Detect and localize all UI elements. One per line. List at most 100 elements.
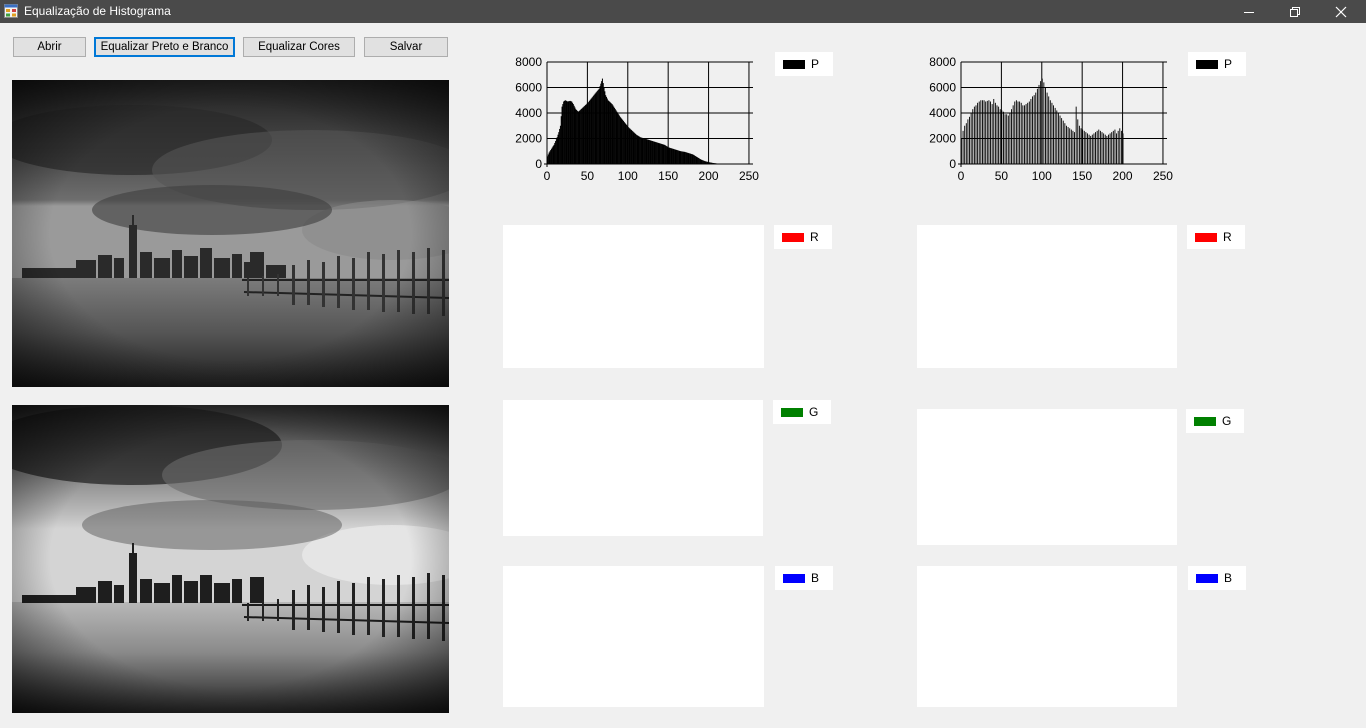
legend-original-r: R bbox=[774, 225, 832, 249]
histogram-bar bbox=[980, 100, 982, 164]
legend-label: B bbox=[811, 571, 820, 585]
legend-label: B bbox=[1224, 571, 1233, 585]
histogram-bar bbox=[1075, 106, 1077, 165]
histogram-bar bbox=[967, 119, 969, 165]
equalized-red-histogram bbox=[917, 225, 1177, 368]
close-icon bbox=[1335, 6, 1347, 17]
x-tick-label: 250 bbox=[1153, 169, 1173, 183]
histogram-bar bbox=[969, 116, 970, 164]
histogram-bar bbox=[1117, 130, 1119, 164]
histogram-bar bbox=[962, 130, 964, 164]
histogram-bar bbox=[1027, 102, 1029, 164]
histogram-bar bbox=[964, 125, 966, 164]
histogram-bar bbox=[1108, 134, 1109, 164]
restore-icon bbox=[1290, 6, 1300, 17]
histogram-bar bbox=[1054, 107, 1056, 164]
histogram-bar bbox=[977, 102, 979, 164]
legend-original-b: B bbox=[775, 566, 833, 590]
legend-label: R bbox=[810, 230, 819, 244]
legend-swatch bbox=[783, 59, 805, 69]
histogram-bar bbox=[1078, 125, 1080, 164]
title-bar: Equalização de Histograma bbox=[0, 0, 1366, 23]
histogram-bar bbox=[1067, 127, 1069, 164]
equalized-gray-histogram: 0 50 100 150 200 250 0 2000 4000 6000 8000 bbox=[929, 55, 1173, 183]
histogram-bars bbox=[547, 78, 726, 165]
original-blue-histogram bbox=[503, 566, 764, 707]
histogram-bar bbox=[1059, 115, 1061, 164]
legend-swatch bbox=[1194, 416, 1216, 426]
x-tick-label: 50 bbox=[581, 169, 595, 183]
histogram-bar bbox=[1012, 105, 1014, 164]
histogram-bar bbox=[1006, 114, 1008, 164]
y-tick-label: 4000 bbox=[929, 106, 956, 120]
histogram-bar bbox=[1024, 105, 1025, 164]
histogram-bar bbox=[975, 105, 977, 164]
y-tick-label: 0 bbox=[535, 157, 542, 171]
y-tick-label: 2000 bbox=[515, 132, 542, 146]
histogram-bar bbox=[1045, 87, 1046, 164]
equalize-bw-button[interactable]: Equalizar Preto e Branco bbox=[94, 37, 235, 57]
legend-equalized-b: B bbox=[1188, 566, 1246, 590]
original-red-histogram bbox=[503, 225, 764, 368]
minimize-icon bbox=[1244, 11, 1254, 13]
equalized-image bbox=[12, 405, 449, 713]
x-tick-label: 150 bbox=[658, 169, 678, 183]
y-tick-label: 4000 bbox=[515, 106, 542, 120]
histogram-bar bbox=[1035, 92, 1037, 164]
histogram-bar bbox=[998, 106, 1000, 165]
equalized-green-histogram bbox=[917, 409, 1177, 545]
histogram-bar bbox=[1095, 132, 1096, 165]
histogram-bar bbox=[1096, 130, 1098, 164]
x-tick-label: 100 bbox=[618, 169, 638, 183]
histogram-bar bbox=[1099, 130, 1101, 164]
equalize-color-button[interactable]: Equalizar Cores bbox=[243, 37, 355, 57]
x-tick-label: 0 bbox=[544, 169, 551, 183]
histogram-bar bbox=[1112, 130, 1114, 164]
histogram-bar bbox=[1053, 105, 1054, 164]
histogram-bar bbox=[1103, 133, 1105, 164]
open-button[interactable]: Abrir bbox=[13, 37, 86, 57]
legend-label: G bbox=[1222, 414, 1232, 428]
equalized-blue-histogram bbox=[917, 566, 1177, 707]
histogram-bar bbox=[1111, 132, 1113, 165]
histogram-bar bbox=[1104, 134, 1106, 164]
histogram-bar bbox=[993, 98, 995, 164]
histogram-bar bbox=[1032, 96, 1033, 164]
x-tick-label: 100 bbox=[1032, 169, 1052, 183]
minimize-button[interactable] bbox=[1226, 0, 1272, 23]
app-form-icon bbox=[4, 4, 18, 18]
y-tick-label: 8000 bbox=[515, 55, 542, 69]
restore-button[interactable] bbox=[1272, 0, 1318, 23]
histogram-bar bbox=[1061, 118, 1063, 164]
histogram-bar bbox=[1040, 81, 1042, 165]
y-tick-label: 6000 bbox=[515, 81, 542, 95]
histogram-bar bbox=[1015, 100, 1017, 164]
save-button[interactable]: Salvar bbox=[364, 37, 448, 57]
histogram-bar bbox=[965, 123, 967, 164]
histogram-bar bbox=[1007, 115, 1009, 164]
histogram-bar bbox=[1019, 101, 1021, 164]
legend-label: R bbox=[1223, 230, 1232, 244]
histogram-bar bbox=[1088, 134, 1090, 164]
histogram-bar bbox=[985, 101, 987, 164]
legend-swatch bbox=[1196, 59, 1218, 69]
legend-equalized-p: P bbox=[1188, 52, 1246, 76]
histogram-bar bbox=[1085, 132, 1087, 165]
histogram-bar bbox=[973, 106, 975, 165]
histogram-bar bbox=[1072, 130, 1074, 164]
histogram-bar bbox=[1090, 135, 1092, 164]
original-gray-histogram: 0 50 100 150 200 250 0 2000 4000 6000 8000 bbox=[515, 55, 759, 183]
window-title: Equalização de Histograma bbox=[24, 4, 171, 18]
histogram-bar bbox=[999, 109, 1001, 164]
histogram-bar bbox=[972, 109, 974, 164]
close-button[interactable] bbox=[1318, 0, 1364, 23]
original-image-picture bbox=[12, 80, 449, 387]
histogram-bar bbox=[1069, 128, 1071, 164]
histogram-bar bbox=[1120, 130, 1122, 164]
histogram-bar bbox=[1046, 92, 1048, 164]
histogram-bar bbox=[1036, 88, 1038, 164]
histogram-bar bbox=[1074, 132, 1075, 165]
histogram-bar bbox=[1051, 102, 1053, 164]
x-tick-label: 200 bbox=[1113, 169, 1133, 183]
histogram-bar bbox=[1062, 120, 1064, 164]
